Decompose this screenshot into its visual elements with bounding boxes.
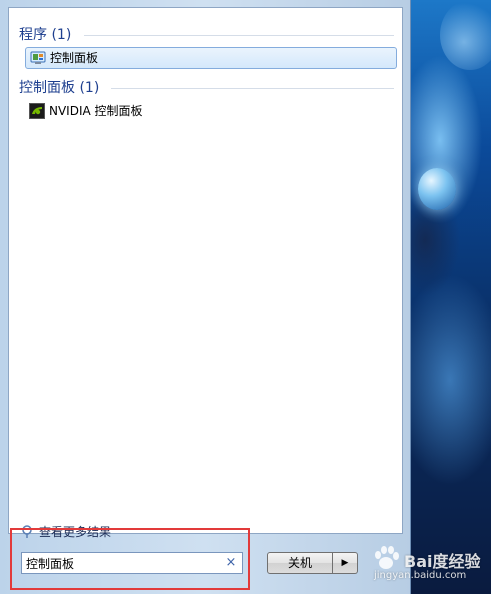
programs-section-header: 程序 (1) — [19, 27, 72, 43]
result-item-label: 控制面板 — [50, 51, 99, 65]
shutdown-control: 关机 ▶ — [267, 552, 358, 574]
start-menu: 程序 (1) 控制面板 控制面板 (1) NVIDIA 控制面板 查看更多结果 … — [0, 0, 411, 594]
result-item-control-panel[interactable]: 控制面板 — [25, 47, 397, 69]
search-input[interactable] — [22, 554, 216, 572]
control-panel-section-header: 控制面板 (1) — [19, 80, 100, 96]
control-panel-icon — [30, 50, 46, 66]
search-results-pane: 程序 (1) 控制面板 控制面板 (1) NVIDIA 控制面板 查看更多结果 — [8, 7, 403, 539]
wallpaper-glow — [440, 0, 491, 70]
magnifier-icon — [21, 524, 35, 539]
programs-section-divider — [84, 35, 394, 36]
clear-search-icon[interactable]: × — [224, 555, 238, 571]
result-item-label: NVIDIA 控制面板 — [49, 104, 143, 118]
result-item-nvidia-control-panel[interactable]: NVIDIA 控制面板 — [25, 100, 397, 122]
watermark-brand: Bai度经验 — [404, 552, 481, 571]
wallpaper-water-drop — [418, 168, 456, 210]
desktop: 程序 (1) 控制面板 控制面板 (1) NVIDIA 控制面板 查看更多结果 … — [0, 0, 491, 594]
nvidia-icon — [29, 103, 45, 119]
shutdown-options-arrow-icon[interactable]: ▶ — [333, 552, 358, 574]
shutdown-button[interactable]: 关机 — [267, 552, 333, 574]
start-search-box[interactable]: × — [21, 552, 243, 574]
control-panel-section-divider — [111, 88, 394, 89]
see-more-results-label: 查看更多结果 — [39, 525, 112, 539]
watermark-url: jingyan.baidu.com — [374, 570, 467, 581]
watermark: Bai度经验 jingyan.baidu.com — [366, 538, 486, 588]
see-more-results-link[interactable]: 查看更多结果 — [21, 523, 111, 540]
